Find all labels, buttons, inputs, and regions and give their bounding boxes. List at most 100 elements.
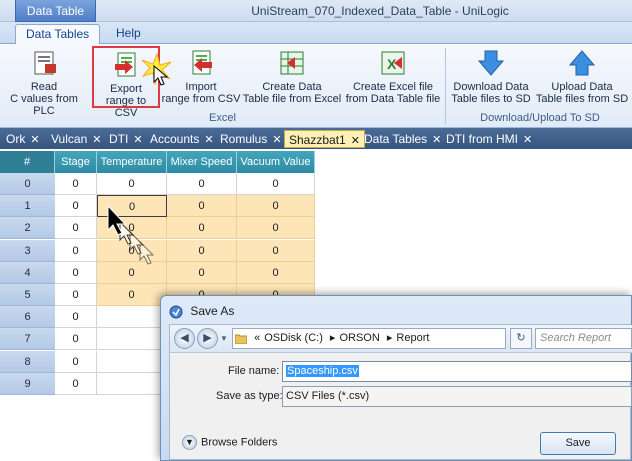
table-cell[interactable]: 0 (167, 239, 237, 262)
save-as-type-select[interactable]: CSV Files (*.csv) (282, 386, 632, 407)
table-cell[interactable]: 0 (167, 173, 237, 195)
back-button[interactable]: ◀ (174, 328, 195, 349)
read-values-button[interactable]: Read C values from PLC (0, 46, 88, 117)
row-header[interactable]: 6 (0, 306, 55, 329)
path-separator-icon[interactable]: ▸ (330, 332, 336, 344)
browse-folders-toggle[interactable]: ▼ Browse Folders (182, 435, 277, 450)
path-separator-icon[interactable]: ▸ (387, 332, 393, 344)
file-name-input[interactable]: Spaceship.csv (282, 361, 632, 382)
address-bar[interactable]: «OSDisk (C:) ▸ ORSON ▸ Report (232, 328, 506, 349)
row-header[interactable]: 1 (0, 195, 55, 218)
row-header[interactable]: 7 (0, 328, 55, 351)
read-line1: Read (30, 81, 58, 93)
recent-dropdown-icon[interactable]: ▼ (220, 334, 228, 343)
close-icon[interactable]: ✕ (272, 134, 281, 146)
refresh-icon: ↻ (516, 332, 526, 344)
dialog-body: ◀ ▶ ▼ «OSDisk (C:) ▸ ORSON ▸ Report ↻ Sear… (169, 324, 632, 460)
grid-header-vacuum-value[interactable]: Vacuum Value (237, 151, 315, 173)
table-cell[interactable]: 0 (97, 173, 167, 195)
table-cell[interactable]: 0 (167, 217, 237, 240)
table-cell[interactable] (97, 372, 167, 395)
row-header[interactable]: 5 (0, 284, 55, 306)
row-header[interactable]: 2 (0, 217, 55, 240)
close-icon[interactable]: ✕ (204, 134, 213, 146)
tab-data-tables[interactable]: Data Tables (15, 24, 101, 44)
row-header[interactable]: 0 (0, 173, 55, 195)
upload-line1: Upload Data (551, 81, 613, 93)
doc-tab-accounts[interactable]: Accounts ✕ (146, 130, 218, 148)
import-line1: Import (185, 81, 217, 93)
doc-tab-romulus[interactable]: Romulus ✕ (216, 130, 286, 148)
table-cell[interactable]: 0 (55, 195, 97, 218)
table-cell[interactable]: 0 (55, 261, 97, 284)
path-segment-orson[interactable]: ORSON (339, 332, 379, 344)
search-input[interactable]: Search Report (535, 328, 632, 349)
table-cell[interactable]: 0 (55, 284, 97, 306)
table-cell[interactable]: 0 (237, 195, 315, 218)
path-segment-report[interactable]: Report (396, 332, 429, 344)
table-cell[interactable] (97, 306, 167, 329)
doc-tab-label: Vulcan (51, 132, 88, 146)
path-segment-osdisk[interactable]: OSDisk (C:) (264, 332, 323, 344)
row-header[interactable]: 3 (0, 239, 55, 262)
table-cell[interactable]: 0 (55, 173, 97, 195)
doc-tab-ork[interactable]: Ork ✕ (2, 130, 44, 148)
table-cell[interactable]: 0 (55, 372, 97, 395)
tab-help[interactable]: Help (106, 24, 151, 44)
grid-header-index[interactable]: # (0, 151, 55, 173)
table-cell[interactable]: 0 (237, 173, 315, 195)
doc-tab-dti-from-hmi[interactable]: DTI from HMI ✕ (442, 130, 536, 148)
table-cell[interactable]: 0 (167, 195, 237, 218)
table-cell[interactable]: 0 (97, 284, 167, 306)
table-cell[interactable]: 0 (55, 239, 97, 262)
back-arrow-icon: ◀ (180, 332, 189, 344)
import-line2: range from CSV (161, 93, 241, 105)
grid-header-mixer-speed[interactable]: Mixer Speed (167, 151, 237, 173)
save-button[interactable]: Save (540, 432, 616, 455)
document-tab-strip: Ork ✕ Vulcan ✕ DTI ✕ Accounts ✕ Romulus ✕ Sha… (0, 128, 632, 149)
upload-from-sd-button[interactable]: Upload Data Table files from SD (534, 46, 630, 108)
upload-arrow-icon (568, 50, 596, 76)
download-to-sd-button[interactable]: Download Data Table files to SD (448, 46, 534, 108)
close-icon[interactable]: ✕ (523, 134, 532, 146)
table-cell[interactable]: 0 (237, 217, 315, 240)
file-name-label: File name: (228, 365, 280, 377)
row-header[interactable]: 4 (0, 261, 55, 284)
export-csv-icon (115, 52, 136, 77)
doc-tab-shazzbat1[interactable]: Shazzbat1 ✕ (284, 130, 365, 148)
table-cell[interactable]: 0 (55, 306, 97, 329)
close-icon[interactable]: ✕ (351, 135, 360, 147)
create-excel-file-button[interactable]: X Create Excel file from Data Table file (343, 46, 443, 108)
close-icon[interactable]: ✕ (133, 134, 142, 146)
create-data-table-file-button[interactable]: Create Data Table file from Excel (242, 46, 342, 108)
table-cell[interactable]: 0 (237, 261, 315, 284)
table-cell[interactable]: 0 (55, 328, 97, 351)
table-cell[interactable] (97, 350, 167, 373)
browse-folders-label: Browse Folders (201, 436, 278, 449)
context-tab-data-table[interactable]: Data Table (15, 0, 96, 22)
row-header[interactable]: 9 (0, 372, 55, 395)
doc-tab-dti[interactable]: DTI ✕ (105, 130, 147, 148)
table-cell[interactable]: 0 (167, 261, 237, 284)
row-header[interactable]: 8 (0, 350, 55, 373)
grid-header-temperature[interactable]: Temperature (97, 151, 167, 173)
doc-tab-label: DTI (109, 132, 129, 146)
refresh-button[interactable]: ↻ (510, 328, 532, 349)
path-overflow[interactable]: « (254, 332, 260, 344)
table-cell[interactable]: 0 (55, 217, 97, 240)
table-cell[interactable] (97, 328, 167, 351)
create-excel-line2: from Data Table file (345, 93, 441, 105)
forward-button[interactable]: ▶ (197, 328, 218, 349)
close-icon[interactable]: ✕ (432, 134, 441, 146)
create-table-line1: Create Data (262, 81, 322, 93)
close-icon[interactable]: ✕ (30, 134, 39, 146)
table-cell[interactable]: 0 (55, 350, 97, 373)
close-icon[interactable]: ✕ (92, 134, 101, 146)
grid-header-stage[interactable]: Stage (55, 151, 97, 173)
address-nav-bar: ◀ ▶ ▼ «OSDisk (C:) ▸ ORSON ▸ Report ↻ Sear… (170, 325, 632, 353)
file-name-value: Spaceship.csv (286, 365, 359, 377)
doc-tab-data-tables[interactable]: Data Tables ✕ (360, 130, 445, 148)
chevron-down-icon: ▼ (182, 435, 197, 450)
doc-tab-vulcan[interactable]: Vulcan ✕ (47, 130, 105, 148)
table-cell[interactable]: 0 (237, 239, 315, 262)
